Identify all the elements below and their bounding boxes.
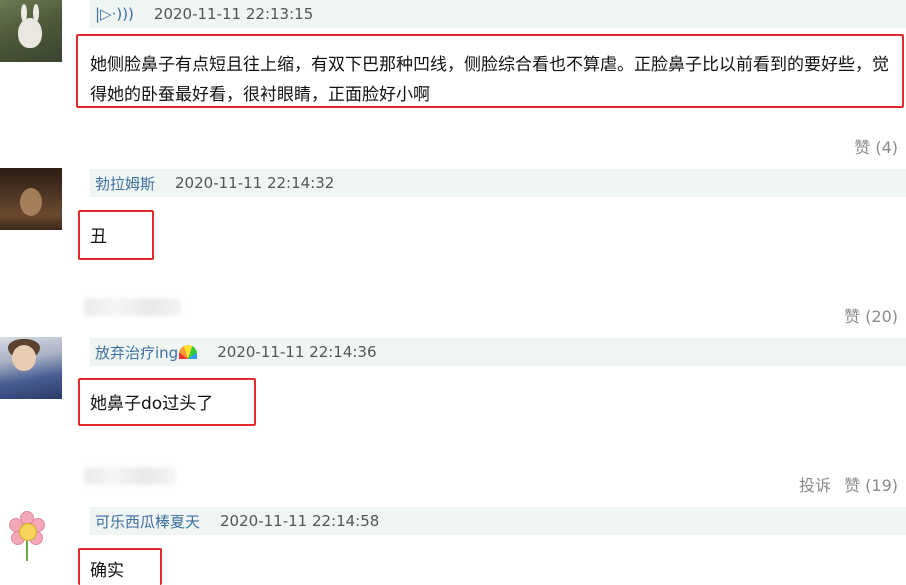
username-link[interactable]: |▷·))): [95, 5, 134, 23]
avatar[interactable]: [0, 337, 62, 399]
comment-header: |▷·))) 2020-11-11 22:13:15: [90, 0, 906, 28]
username-link[interactable]: 放弃治疗ing: [95, 342, 198, 363]
timestamp: 2020-11-11 22:13:15: [153, 5, 314, 23]
comment-text: 确实: [78, 548, 162, 585]
comment-text: 丑: [78, 210, 154, 260]
timestamp: 2020-11-11 22:14:36: [217, 343, 377, 361]
username-text: 放弃治疗ing: [95, 343, 179, 362]
avatar[interactable]: [0, 168, 62, 230]
comment-text: 她侧脸鼻子有点短且往上缩，有双下巴那种凹线，侧脸综合看也不算虐。正脸鼻子比以前看…: [76, 34, 904, 108]
comment-header: 放弃治疗ing 2020-11-11 22:14:36: [90, 338, 906, 366]
blurred-reply-preview: [84, 298, 182, 316]
timestamp: 2020-11-11 22:14:32: [175, 174, 335, 192]
avatar[interactable]: [0, 0, 62, 62]
username-link[interactable]: 勃拉姆斯: [95, 173, 155, 194]
blurred-reply-preview: [84, 467, 176, 485]
comment-header: 勃拉姆斯 2020-11-11 22:14:32: [90, 169, 906, 197]
rainbow-icon: [179, 344, 198, 359]
like-button[interactable]: 赞 (20): [844, 303, 898, 327]
report-button[interactable]: 投诉: [799, 472, 831, 496]
comment-header: 可乐西瓜棒夏天 2020-11-11 22:14:58: [90, 507, 906, 535]
like-button[interactable]: 赞 (4): [854, 134, 898, 158]
username-link[interactable]: 可乐西瓜棒夏天: [95, 511, 200, 532]
comment-text: 她鼻子do过头了: [78, 378, 256, 426]
timestamp: 2020-11-11 22:14:58: [220, 512, 380, 530]
like-button[interactable]: 赞 (19): [844, 472, 898, 496]
avatar[interactable]: [0, 505, 62, 567]
